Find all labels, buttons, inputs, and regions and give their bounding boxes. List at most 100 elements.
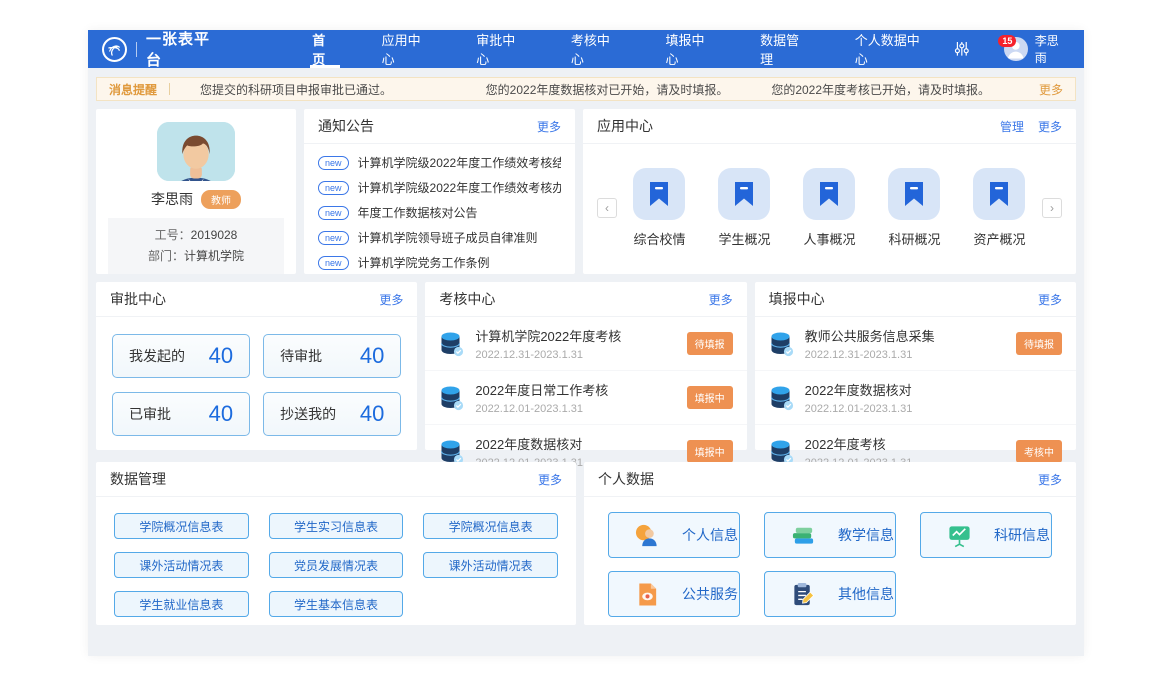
data-table-button[interactable]: 学生就业信息表	[114, 591, 249, 617]
approval-stats: 我发起的 40 待审批 40 已审批 40	[96, 317, 417, 453]
person-icon	[635, 523, 660, 548]
app-center-card: 应用中心 管理 更多	[583, 109, 1076, 274]
app-label: 学生概况	[718, 229, 770, 248]
bookmark-icon	[633, 168, 685, 220]
app-item[interactable]: 综合校情	[633, 168, 685, 248]
stat-label: 抄送我的	[280, 404, 336, 424]
research-info-button[interactable]: 科研信息	[920, 512, 1052, 558]
nav-item[interactable]: 应用中心	[360, 30, 455, 68]
settings-sliders-icon[interactable]	[953, 40, 971, 58]
status-badge: 考核中	[1016, 440, 1062, 463]
database-icon	[769, 385, 795, 411]
carousel-prev-button[interactable]	[597, 198, 617, 218]
task-date-range: 2022.12.01-2023.1.31	[805, 403, 1062, 415]
books-icon	[791, 523, 816, 548]
data-table-button[interactable]: 学生实习信息表	[269, 513, 404, 539]
main-nav: 首页 应用中心 审批中心 考核中心 填报中心 数据管理 个人数据中心	[290, 30, 952, 68]
filling-center-card: 填报中心 更多 教师公共服务信息采集 2022.12.31-2023.1.31	[755, 282, 1076, 450]
data-table-button[interactable]: 学院概况信息表	[423, 513, 558, 539]
user-name: 李思雨	[1035, 32, 1070, 66]
notice-item[interactable]: new 计算机学院党务工作条例	[318, 250, 561, 275]
approval-stat-box[interactable]: 抄送我的 40	[263, 392, 401, 436]
app-item[interactable]: 学生概况	[718, 168, 770, 248]
profile-name: 李思雨	[151, 189, 193, 209]
notice-card: 通知公告 更多 new 计算机学院级2022年度工作绩效考核结果公示 new 计…	[304, 109, 575, 274]
task-title: 2022年度数据核对	[805, 380, 1062, 399]
banner-message: 您提交的科研项目申报审批已通过。	[170, 81, 456, 98]
public-service-button[interactable]: 公共服务	[608, 571, 740, 617]
personal-data-title: 个人数据	[598, 469, 654, 489]
banner-messages: 您提交的科研项目申报审批已通过。您的2022年度数据核对已开始，请及时填报。您的…	[170, 81, 1027, 98]
assessment-item[interactable]: 2022年度日常工作考核 2022.12.01-2023.1.31 填报中	[425, 371, 746, 425]
notice-text: 计算机学院级2022年度工作绩效考核办法	[358, 179, 561, 196]
data-table-button[interactable]: 课外活动情况表	[423, 552, 558, 578]
profile-avatar	[157, 122, 235, 181]
task-date-range: 2022.12.01-2023.1.31	[475, 403, 686, 415]
status-badge: 填报中	[687, 440, 733, 463]
new-badge: new	[318, 206, 349, 220]
other-info-button[interactable]: 其他信息	[764, 571, 896, 617]
assessment-center-card: 考核中心 更多 计算机学院2022年度考核 2022.12.31-2023.1.…	[425, 282, 746, 450]
clipboard-icon	[791, 582, 816, 607]
task-title: 计算机学院2022年度考核	[475, 326, 686, 345]
carousel-next-button[interactable]	[1042, 198, 1062, 218]
nav-item[interactable]: 考核中心	[549, 30, 644, 68]
data-table-button[interactable]: 学生基本信息表	[269, 591, 404, 617]
brand-divider	[136, 42, 137, 57]
app-item[interactable]: 人事概况	[803, 168, 855, 248]
assessment-more-link[interactable]: 更多	[709, 291, 733, 308]
top-navbar: 一张表平台 首页 应用中心 审批中心 考核中心 填报中心 数据管理 个人数据中心	[88, 30, 1084, 68]
personal-info-button[interactable]: 个人信息	[608, 512, 740, 558]
banner-label: 消息提醒	[97, 81, 169, 98]
chart-board-icon	[947, 523, 972, 548]
assessment-list: 计算机学院2022年度考核 2022.12.31-2023.1.31 待填报 2	[425, 317, 746, 478]
data-table-button[interactable]: 学院概况信息表	[114, 513, 249, 539]
status-badge: 待填报	[1016, 332, 1062, 355]
document-icon	[635, 582, 660, 607]
assessment-title: 考核中心	[439, 289, 495, 309]
data-management-more-link[interactable]: 更多	[538, 471, 562, 488]
task-title: 2022年度日常工作考核	[475, 380, 686, 399]
approval-center-card: 审批中心 更多 我发起的 40 待审批 40	[96, 282, 417, 450]
stat-label: 待审批	[280, 346, 322, 366]
banner-message: 您的2022年度数据核对已开始，请及时填报。	[456, 81, 742, 98]
bookmark-icon	[718, 168, 770, 220]
data-table-button[interactable]: 课外活动情况表	[114, 552, 249, 578]
notice-item[interactable]: new 年度工作数据核对公告	[318, 200, 561, 225]
approval-title: 审批中心	[110, 289, 166, 309]
app-item[interactable]: 资产概况	[973, 168, 1025, 248]
bookmark-icon	[973, 168, 1025, 220]
app-item[interactable]: 科研概况	[888, 168, 940, 248]
filling-more-link[interactable]: 更多	[1038, 291, 1062, 308]
nav-item[interactable]: 审批中心	[454, 30, 549, 68]
filling-list: 教师公共服务信息采集 2022.12.31-2023.1.31 待填报 2022	[755, 317, 1076, 478]
nav-item[interactable]: 数据管理	[738, 30, 833, 68]
notice-item[interactable]: new 计算机学院级2022年度工作绩效考核结果公示	[318, 150, 561, 175]
approval-stat-box[interactable]: 待审批 40	[263, 334, 401, 378]
notice-item[interactable]: new 计算机学院领导班子成员自律准则	[318, 225, 561, 250]
approval-more-link[interactable]: 更多	[379, 291, 403, 308]
data-table-button[interactable]: 党员发展情况表	[269, 552, 404, 578]
filling-item[interactable]: 教师公共服务信息采集 2022.12.31-2023.1.31 待填报	[755, 317, 1076, 371]
app-manage-link[interactable]: 管理	[1000, 118, 1024, 135]
approval-stat-box[interactable]: 已审批 40	[112, 392, 250, 436]
stat-value: 40	[360, 343, 384, 369]
nav-item[interactable]: 填报中心	[643, 30, 738, 68]
filling-item[interactable]: 2022年度数据核对 2022.12.01-2023.1.31	[755, 371, 1076, 425]
notification-count-badge: 15	[998, 35, 1016, 47]
nav-item[interactable]: 个人数据中心	[833, 30, 953, 68]
app-more-link[interactable]: 更多	[1038, 118, 1062, 135]
personal-data-more-link[interactable]: 更多	[1038, 471, 1062, 488]
assessment-item[interactable]: 计算机学院2022年度考核 2022.12.31-2023.1.31 待填报	[425, 317, 746, 371]
notice-more-link[interactable]: 更多	[537, 118, 561, 135]
data-table-buttons: 学院概况信息表学生实习信息表学院概况信息表课外活动情况表党员发展情况表课外活动情…	[96, 497, 576, 633]
task-date-range: 2022.12.31-2023.1.31	[475, 349, 686, 361]
nav-item[interactable]: 首页	[290, 30, 359, 68]
approval-stat-box[interactable]: 我发起的 40	[112, 334, 250, 378]
notice-text: 年度工作数据核对公告	[358, 204, 478, 221]
banner-more-link[interactable]: 更多	[1027, 81, 1075, 98]
notice-item[interactable]: new 计算机学院级2022年度工作绩效考核办法	[318, 175, 561, 200]
profile-field-id: 工号：2019028	[108, 225, 284, 246]
stat-value: 40	[209, 343, 233, 369]
teaching-info-button[interactable]: 教学信息	[764, 512, 896, 558]
